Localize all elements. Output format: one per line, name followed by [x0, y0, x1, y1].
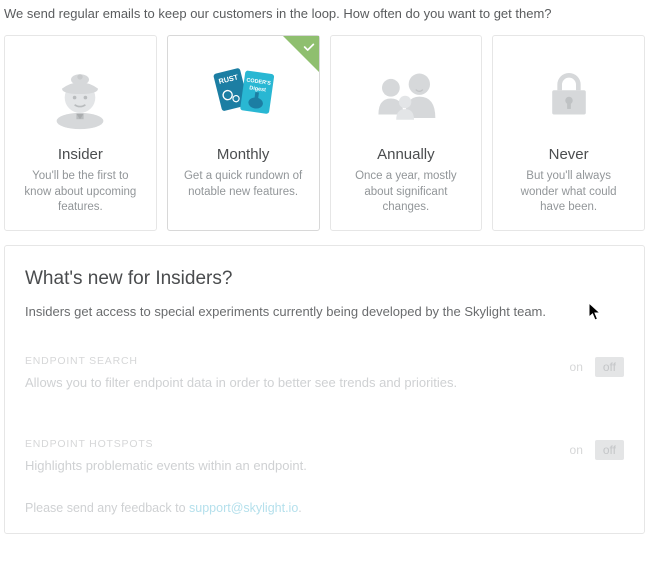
card-insider-title: Insider: [58, 146, 103, 163]
family-icon: [341, 50, 472, 138]
toggle-on-label: on: [564, 440, 589, 460]
intro-text: We send regular emails to keep our custo…: [4, 6, 645, 21]
card-monthly[interactable]: RUST CODER'S Digest Monthly Get a quick …: [167, 35, 320, 231]
feature-search-name: ENDPOINT SEARCH: [25, 355, 564, 367]
frequency-cards: Insider You'll be the first to know abou…: [4, 35, 645, 231]
feedback-line: Please send any feedback to support@skyl…: [25, 501, 624, 515]
feature-search-desc: Allows you to filter endpoint data in or…: [25, 375, 564, 390]
card-monthly-desc: Get a quick rundown of notable new featu…: [178, 169, 309, 200]
toggle-endpoint-hotspots[interactable]: on off: [564, 440, 624, 460]
card-insider-desc: You'll be the first to know about upcomi…: [15, 169, 146, 216]
feedback-email-link[interactable]: support@skylight.io: [189, 501, 298, 515]
insiders-panel: What's new for Insiders? Insiders get ac…: [4, 245, 645, 534]
toggle-on-label: on: [564, 357, 589, 377]
card-annually-desc: Once a year, mostly about significant ch…: [341, 169, 472, 216]
panel-title: What's new for Insiders?: [25, 268, 624, 290]
card-monthly-title: Monthly: [217, 146, 270, 163]
toggle-endpoint-search[interactable]: on off: [564, 357, 624, 377]
toggle-off-label: off: [595, 357, 624, 377]
card-never[interactable]: Never But you'll always wonder what coul…: [492, 35, 645, 231]
card-never-title: Never: [549, 146, 589, 163]
card-never-desc: But you'll always wonder what could have…: [503, 169, 634, 216]
selected-check-icon: [283, 36, 319, 72]
feature-endpoint-search: ENDPOINT SEARCH Allows you to filter end…: [25, 355, 624, 390]
card-insider[interactable]: Insider You'll be the first to know abou…: [4, 35, 157, 231]
feature-hotspots-name: ENDPOINT HOTSPOTS: [25, 438, 564, 450]
feedback-suffix: .: [298, 501, 301, 515]
lock-icon: [503, 50, 634, 138]
panel-subtitle: Insiders get access to special experimen…: [25, 304, 624, 319]
feature-hotspots-desc: Highlights problematic events within an …: [25, 458, 564, 473]
insider-icon: [15, 50, 146, 138]
card-annually[interactable]: Annually Once a year, mostly about signi…: [330, 35, 483, 231]
feedback-prefix: Please send any feedback to: [25, 501, 189, 515]
feature-endpoint-hotspots: ENDPOINT HOTSPOTS Highlights problematic…: [25, 438, 624, 473]
toggle-off-label: off: [595, 440, 624, 460]
card-annually-title: Annually: [377, 146, 435, 163]
